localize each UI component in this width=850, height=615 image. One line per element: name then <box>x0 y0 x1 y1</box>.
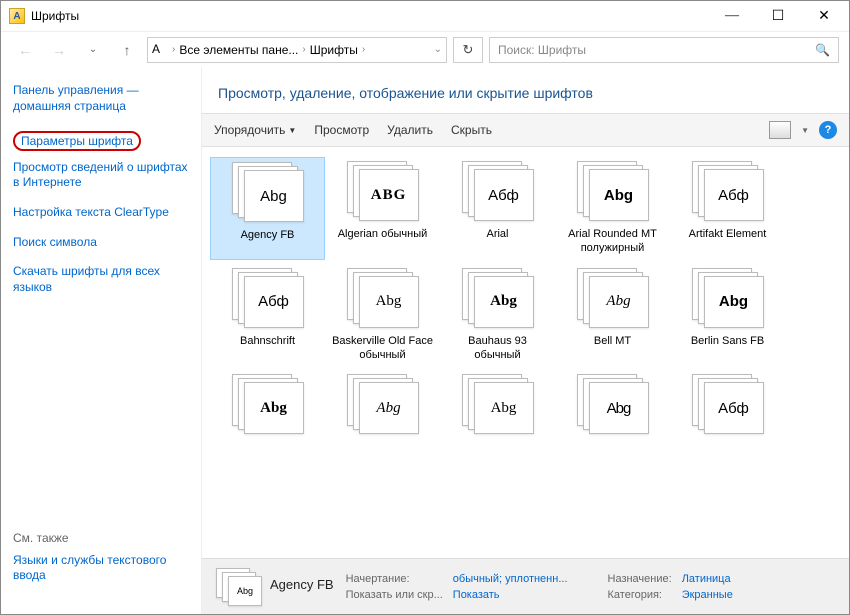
search-box[interactable]: Поиск: Шрифты 🔍 <box>489 37 839 63</box>
sidebar-link-font-params[interactable]: Параметры шрифта <box>13 131 141 151</box>
chevron-down-icon[interactable]: ▼ <box>801 126 809 135</box>
details-category-value: Экранные <box>682 589 733 601</box>
details-font-name: Agency FB <box>270 577 334 592</box>
chevron-right-icon: › <box>362 44 365 55</box>
delete-button[interactable]: Удалить <box>387 123 433 137</box>
font-item[interactable]: Абф Artifakt Element <box>670 157 785 260</box>
font-label: Berlin Sans FB <box>691 334 764 348</box>
see-also-label: См. также <box>13 531 189 545</box>
details-style-value: обычный; уплотненн... <box>453 573 568 585</box>
font-item[interactable]: Abg Arial Rounded MT полужирный <box>555 157 670 260</box>
details-show-label: Показать или скр... <box>346 589 443 601</box>
sidebar-link-font-info[interactable]: Просмотр сведений о шрифтах в Интернете <box>13 160 189 191</box>
breadcrumb-part[interactable]: Шрифты <box>310 43 358 57</box>
font-icon: Abg <box>232 374 304 434</box>
address-bar[interactable]: A › Все элементы пане... › Шрифты › ⌄ <box>147 37 447 63</box>
font-item[interactable]: Abg Bell MT <box>555 264 670 367</box>
font-icon: Абф <box>692 374 764 434</box>
maximize-button[interactable]: ☐ <box>755 1 801 31</box>
organize-menu[interactable]: Упорядочить▼ <box>214 123 296 137</box>
font-item[interactable]: Abg Baskerville Old Face обычный <box>325 264 440 367</box>
font-item[interactable]: Abg Bauhaus 93 обычный <box>440 264 555 367</box>
app-icon: A <box>9 8 25 24</box>
breadcrumb-part[interactable]: Все элементы пане... <box>179 43 298 57</box>
font-label: Baskerville Old Face обычный <box>329 334 436 363</box>
details-category-label: Категория: <box>608 589 662 601</box>
font-label: Bell MT <box>594 334 631 348</box>
font-icon: Abg <box>462 374 534 434</box>
details-icon: Abg <box>216 568 258 606</box>
main-pane: Просмотр, удаление, отображение или скры… <box>201 67 849 614</box>
sidebar-link-cleartype[interactable]: Настройка текста ClearType <box>13 205 189 221</box>
forward-button[interactable]: → <box>45 36 73 64</box>
font-item[interactable]: Абф Arial <box>440 157 555 260</box>
sidebar-link-languages[interactable]: Языки и службы текстового ввода <box>13 553 189 584</box>
font-icon: Абф <box>462 161 534 221</box>
font-icon: Abg <box>577 268 649 328</box>
minimize-button[interactable]: — <box>709 1 755 31</box>
font-icon: Abg <box>462 268 534 328</box>
details-purpose-label: Назначение: <box>608 573 672 585</box>
search-placeholder: Поиск: Шрифты <box>498 43 586 57</box>
font-icon: Abg <box>577 374 649 434</box>
toolbar: Упорядочить▼ Просмотр Удалить Скрыть ▼ ? <box>202 113 849 147</box>
font-label: Agency FB <box>241 228 295 242</box>
window-title: Шрифты <box>31 9 709 23</box>
font-item[interactable]: Abg Berlin Sans FB <box>670 264 785 367</box>
page-heading: Просмотр, удаление, отображение или скры… <box>202 67 849 113</box>
font-icon: Abg <box>347 268 419 328</box>
font-item[interactable]: Abg Agency FB <box>210 157 325 260</box>
close-button[interactable]: ✕ <box>801 1 847 31</box>
font-item[interactable]: Abg <box>210 370 325 444</box>
address-dropdown-icon[interactable]: ⌄ <box>434 44 442 55</box>
details-pane: Abg Agency FB Начертание: Показать или с… <box>202 558 849 614</box>
title-bar: A Шрифты — ☐ ✕ <box>1 1 849 31</box>
font-label: Arial Rounded MT полужирный <box>559 227 666 256</box>
font-item[interactable]: Абф <box>670 370 785 444</box>
font-label: Bahnschrift <box>240 334 295 348</box>
font-icon: ABG <box>347 161 419 221</box>
details-purpose-value: Латиница <box>682 573 731 585</box>
font-item[interactable]: Abg <box>325 370 440 444</box>
up-button[interactable]: ↑ <box>113 36 141 64</box>
font-label: Arial <box>486 227 508 241</box>
font-item[interactable]: Абф Bahnschrift <box>210 264 325 367</box>
help-button[interactable]: ? <box>819 121 837 139</box>
font-grid: Abg Agency FB ABG Algerian обычный Абф A… <box>202 147 849 558</box>
font-icon: Abg <box>577 161 649 221</box>
view-options-button[interactable] <box>769 121 791 139</box>
font-label: Artifakt Element <box>689 227 767 241</box>
font-icon: Abg <box>347 374 419 434</box>
font-icon: Абф <box>692 161 764 221</box>
search-icon: 🔍 <box>815 43 830 57</box>
sidebar-home-link[interactable]: Панель управления — домашняя страница <box>13 83 189 114</box>
sidebar-link-download[interactable]: Скачать шрифты для всех языков <box>13 264 189 295</box>
hide-button[interactable]: Скрыть <box>451 123 492 137</box>
nav-bar: ← → ⌄ ↑ A › Все элементы пане... › Шрифт… <box>1 31 849 67</box>
font-item[interactable]: Abg <box>555 370 670 444</box>
preview-button[interactable]: Просмотр <box>314 123 369 137</box>
back-button[interactable]: ← <box>11 36 39 64</box>
font-label: Bauhaus 93 обычный <box>444 334 551 363</box>
font-label: Algerian обычный <box>338 227 428 241</box>
font-item[interactable]: ABG Algerian обычный <box>325 157 440 260</box>
font-icon: Абф <box>232 268 304 328</box>
refresh-button[interactable]: ↻ <box>453 37 483 63</box>
font-icon: Abg <box>232 162 304 222</box>
folder-icon: A <box>152 42 168 58</box>
details-show-value: Показать <box>453 589 500 601</box>
recent-dropdown[interactable]: ⌄ <box>79 36 107 64</box>
chevron-right-icon: › <box>302 44 305 55</box>
font-item[interactable]: Abg <box>440 370 555 444</box>
chevron-right-icon: › <box>172 44 175 55</box>
sidebar-link-charmap[interactable]: Поиск символа <box>13 235 189 251</box>
sidebar: Панель управления — домашняя страница Па… <box>1 67 201 614</box>
details-style-label: Начертание: <box>346 573 410 585</box>
font-icon: Abg <box>692 268 764 328</box>
